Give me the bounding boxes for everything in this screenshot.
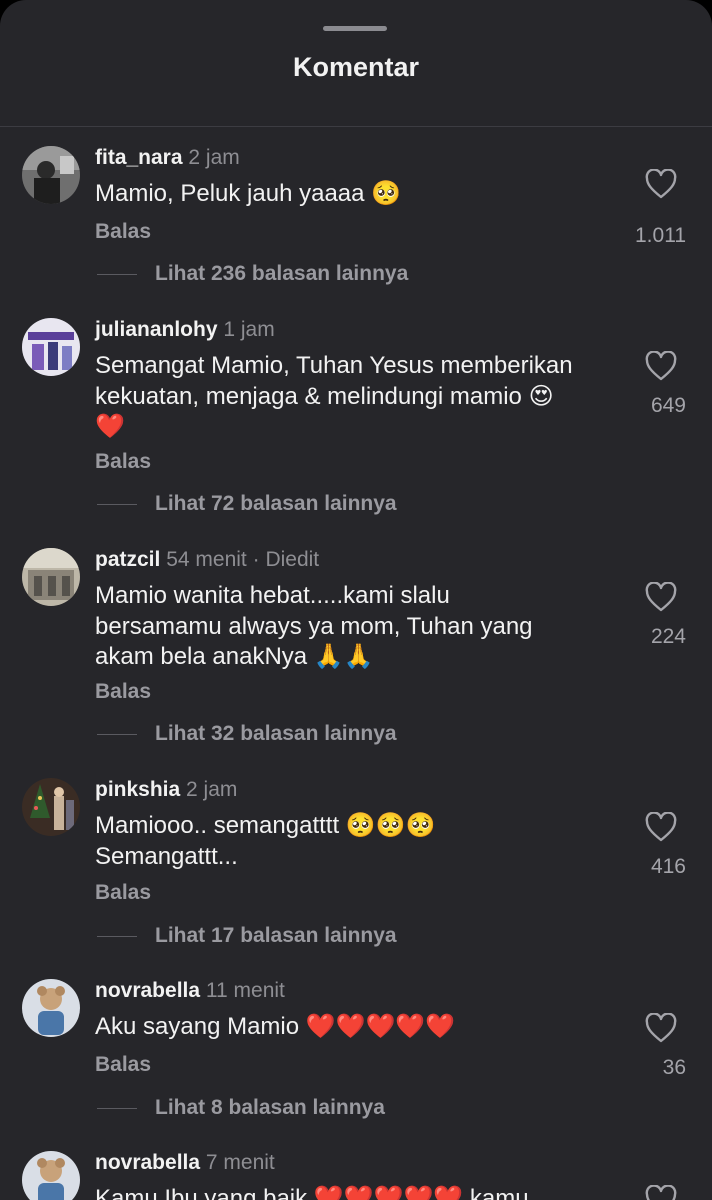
avatar[interactable] xyxy=(22,318,80,376)
comment-line: Mamio wanita hebat.....kami slalu xyxy=(95,582,450,609)
comments-sheet: Komentar fita_nara 2 jam Mamio, Peluk ja… xyxy=(0,0,712,1200)
separator-dot: · xyxy=(252,548,260,571)
view-replies-label: Lihat 8 balasan lainnya xyxy=(155,1096,385,1119)
timestamp: 11 menit xyxy=(205,979,285,1002)
view-replies-label: Lihat 72 balasan lainnya xyxy=(155,492,397,515)
comment-text: Semangat Mamio, Tuhan Yesus memberikan k… xyxy=(95,351,625,443)
reply-button[interactable]: Balas xyxy=(95,1053,151,1077)
avatar[interactable] xyxy=(22,548,80,606)
reply-button[interactable]: Balas xyxy=(95,881,151,905)
view-replies-button[interactable]: Lihat 17 balasan lainnya xyxy=(97,924,397,948)
comment-text: Mamio wanita hebat.....kami slalu bersam… xyxy=(95,581,625,673)
timestamp: 2 jam xyxy=(186,778,238,801)
username[interactable]: fita_nara xyxy=(95,146,183,169)
comment-line: Kamu Ibu yang baik ❤️❤️❤️❤️❤️ kamu xyxy=(95,1185,529,1200)
heart-outline-icon[interactable] xyxy=(645,1012,677,1043)
comment-line: Mamio, Peluk jauh yaaaa 🥺 xyxy=(95,180,402,207)
like-count: 1.011 xyxy=(635,224,686,247)
comment-meta: novrabella 11 menit xyxy=(95,979,285,1003)
comment-text: Mamio, Peluk jauh yaaaa 🥺 xyxy=(95,179,625,210)
username[interactable]: pinkshia xyxy=(95,778,180,801)
view-replies-label: Lihat 236 balasan lainnya xyxy=(155,262,409,285)
divider-line xyxy=(97,1107,137,1109)
like-count: 649 xyxy=(650,394,686,417)
comment-line: kekuatan, menjaga & melindungi mamio 😍 xyxy=(95,382,554,410)
avatar[interactable] xyxy=(22,979,80,1037)
header-divider xyxy=(0,126,712,127)
heart-outline-icon[interactable] xyxy=(645,581,677,612)
view-replies-button[interactable]: Lihat 8 balasan lainnya xyxy=(97,1096,385,1120)
timestamp: 1 jam xyxy=(223,318,275,341)
comment-meta: fita_nara 2 jam xyxy=(95,146,240,170)
comment-line: Aku sayang Mamio ❤️❤️❤️❤️❤️ xyxy=(95,1013,456,1040)
comment-line: ❤️ xyxy=(95,413,125,440)
divider-line xyxy=(97,503,137,505)
heart-outline-icon[interactable] xyxy=(645,811,677,842)
username[interactable]: novrabella xyxy=(95,1151,200,1174)
divider-line xyxy=(97,273,137,275)
divider-line xyxy=(97,733,137,735)
like-count: 36 xyxy=(662,1056,686,1079)
comment-meta: patzcil 54 menit · Diedit xyxy=(95,548,319,572)
username[interactable]: novrabella xyxy=(95,979,200,1002)
timestamp: 7 menit xyxy=(205,1151,275,1174)
comment-text: Kamu Ibu yang baik ❤️❤️❤️❤️❤️ kamu xyxy=(95,1184,625,1200)
like-count: 224 xyxy=(650,625,686,648)
heart-outline-icon[interactable] xyxy=(645,350,677,381)
view-replies-label: Lihat 32 balasan lainnya xyxy=(155,722,397,745)
comment-line: bersamamu always ya mom, Tuhan yang xyxy=(95,612,533,640)
comment-text: Mamiooo.. semangatttt 🥺🥺🥺 Semangattt... xyxy=(95,811,625,872)
heart-outline-icon[interactable] xyxy=(645,1184,677,1200)
reply-button[interactable]: Balas xyxy=(95,680,151,704)
divider-line xyxy=(97,935,137,937)
like-count: 416 xyxy=(650,855,686,878)
comment-meta: pinkshia 2 jam xyxy=(95,778,237,802)
comment-line: akam bela anakNya 🙏🙏 xyxy=(95,643,374,670)
username[interactable]: patzcil xyxy=(95,548,160,571)
view-replies-button[interactable]: Lihat 32 balasan lainnya xyxy=(97,722,397,746)
reply-button[interactable]: Balas xyxy=(95,220,151,244)
view-replies-label: Lihat 17 balasan lainnya xyxy=(155,924,397,947)
grab-handle[interactable] xyxy=(323,26,387,31)
avatar[interactable] xyxy=(22,1151,80,1200)
timestamp: 2 jam xyxy=(188,146,240,169)
comment-meta: juliananlohy 1 jam xyxy=(95,318,275,342)
heart-outline-icon[interactable] xyxy=(645,168,677,199)
comment-line: Mamiooo.. semangatttt 🥺🥺🥺 xyxy=(95,812,436,839)
avatar[interactable] xyxy=(22,146,80,204)
view-replies-button[interactable]: Lihat 72 balasan lainnya xyxy=(97,492,397,516)
view-replies-button[interactable]: Lihat 236 balasan lainnya xyxy=(97,262,408,286)
username[interactable]: juliananlohy xyxy=(95,318,218,341)
reply-button[interactable]: Balas xyxy=(95,450,151,474)
comment-text: Aku sayang Mamio ❤️❤️❤️❤️❤️ xyxy=(95,1012,625,1043)
comment-line: Semangat Mamio, Tuhan Yesus memberikan xyxy=(95,352,573,379)
comment-line: Semangattt... xyxy=(95,842,238,870)
sheet-title: Komentar xyxy=(292,52,420,82)
avatar[interactable] xyxy=(22,778,80,836)
edited-label: Diedit xyxy=(265,548,320,571)
comment-meta: novrabella 7 menit xyxy=(95,1151,275,1175)
timestamp: 54 menit xyxy=(166,548,247,571)
